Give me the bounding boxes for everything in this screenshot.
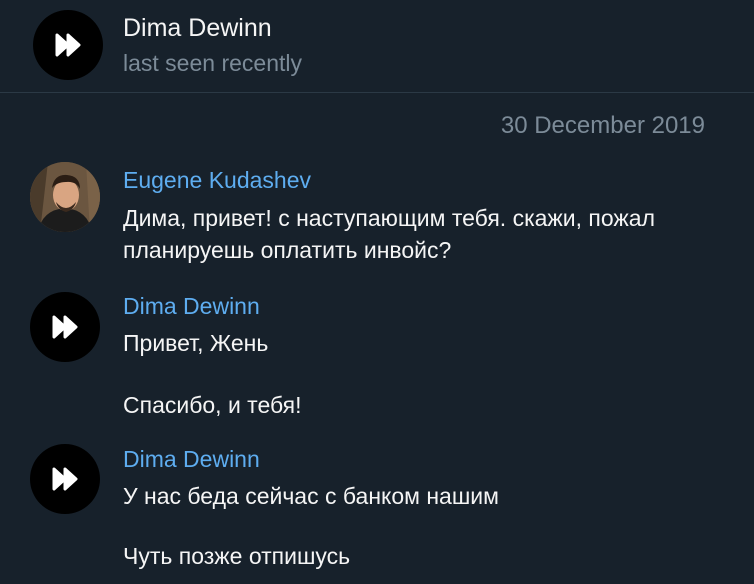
user-avatar[interactable] (30, 292, 100, 362)
message-text: планируешь оплатить инвойс? (123, 237, 452, 263)
fast-forward-icon (55, 33, 81, 57)
message-text: Спасибо, и тебя! (123, 392, 302, 418)
user-avatar-photo[interactable] (30, 162, 100, 232)
message-group: Eugene Kudashev Дима, привет! с наступаю… (0, 162, 754, 272)
person-photo-icon (30, 162, 100, 232)
message-group: Dima Dewinn У нас беда сейчас с банком н… (0, 444, 754, 584)
user-avatar[interactable] (30, 444, 100, 514)
message-text: Привет, Жень (123, 330, 269, 356)
message-sender[interactable]: Dima Dewinn (123, 446, 260, 473)
fast-forward-icon (52, 467, 78, 491)
chat-status: last seen recently (123, 50, 302, 76)
message-text: У нас беда сейчас с банком нашим (123, 483, 499, 509)
message-text: Дима, привет! с наступающим тебя. скажи,… (123, 205, 656, 231)
chat-header[interactable]: Dima Dewinn last seen recently (0, 0, 754, 93)
date-separator: 30 December 2019 (500, 112, 705, 139)
message-text: Чуть позже отпишусь (123, 543, 351, 569)
message-sender[interactable]: Eugene Kudashev (123, 167, 311, 194)
message-sender[interactable]: Dima Dewinn (123, 293, 260, 320)
fast-forward-icon (52, 315, 78, 339)
chat-title[interactable]: Dima Dewinn (123, 14, 272, 43)
chat-avatar[interactable] (33, 10, 103, 80)
message-group: Dima Dewinn Привет, Жень Спасибо, и тебя… (0, 292, 754, 432)
